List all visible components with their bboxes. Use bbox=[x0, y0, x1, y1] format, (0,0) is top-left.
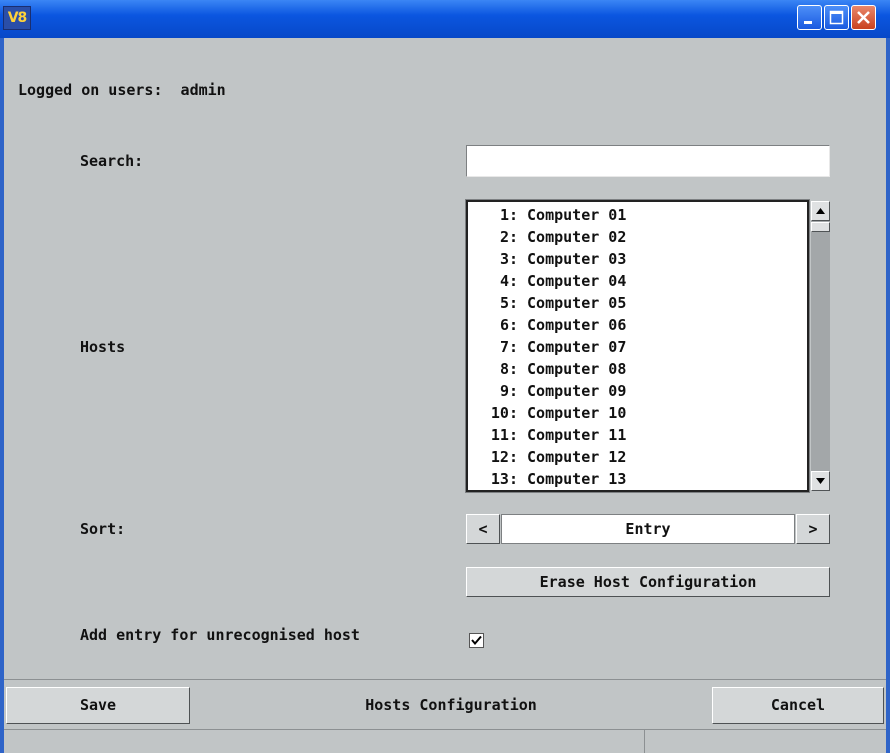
search-label: Search: bbox=[80, 152, 144, 170]
host-list-item[interactable]: 2: Computer 02 bbox=[468, 226, 626, 248]
host-name: Computer 02 bbox=[527, 228, 627, 246]
host-list-item[interactable]: 10: Computer 10 bbox=[468, 402, 626, 424]
host-list-item[interactable]: 1: Computer 01 bbox=[468, 204, 626, 226]
hosts-label: Hosts bbox=[80, 338, 126, 356]
search-input[interactable] bbox=[466, 145, 830, 177]
host-list-item[interactable]: 12: Computer 12 bbox=[468, 446, 626, 468]
host-number: 2: bbox=[499, 228, 518, 246]
host-number: 6: bbox=[499, 316, 518, 334]
maximize-icon bbox=[829, 10, 844, 25]
footer-divider bbox=[4, 679, 886, 680]
host-name: Computer 05 bbox=[527, 294, 627, 312]
host-name: Computer 09 bbox=[527, 382, 627, 400]
sort-prev-button[interactable]: < bbox=[466, 514, 500, 544]
host-list-item[interactable]: 9: Computer 09 bbox=[468, 380, 626, 402]
hosts-list[interactable]: 1: Computer 01 2: Computer 02 3: Computer … bbox=[465, 199, 810, 493]
host-number: 10: bbox=[490, 404, 518, 422]
host-list-item[interactable]: 4: Computer 04 bbox=[468, 270, 626, 292]
close-button[interactable] bbox=[851, 5, 876, 30]
host-name: Computer 11 bbox=[527, 426, 627, 444]
host-name: Computer 07 bbox=[527, 338, 627, 356]
host-number: 7: bbox=[499, 338, 518, 356]
add-entry-checkbox[interactable] bbox=[469, 633, 484, 648]
host-number: 3: bbox=[499, 250, 518, 268]
host-number: 4: bbox=[499, 272, 518, 290]
save-button[interactable]: Save bbox=[6, 687, 190, 724]
minimize-button[interactable] bbox=[797, 5, 822, 30]
host-name: Computer 08 bbox=[527, 360, 627, 378]
maximize-button[interactable] bbox=[824, 5, 849, 30]
erase-host-configuration-button[interactable]: Erase Host Configuration bbox=[466, 567, 830, 597]
title-bar: V8 bbox=[0, 0, 890, 38]
host-list-item[interactable]: 11: Computer 11 bbox=[468, 424, 626, 446]
host-list-item[interactable]: 7: Computer 07 bbox=[468, 336, 626, 358]
host-list-item[interactable]: 6: Computer 06 bbox=[468, 314, 626, 336]
checkmark-icon bbox=[471, 635, 482, 646]
host-list-item[interactable]: 3: Computer 03 bbox=[468, 248, 626, 270]
minimize-icon bbox=[804, 21, 812, 24]
scroll-thumb[interactable] bbox=[811, 222, 830, 232]
sort-next-button[interactable]: > bbox=[796, 514, 830, 544]
logged-on-users: Logged on users: admin bbox=[18, 81, 226, 99]
host-name: Computer 03 bbox=[527, 250, 627, 268]
add-entry-label: Add entry for unrecognised host bbox=[80, 626, 360, 644]
app-logo: V8 bbox=[3, 6, 31, 30]
sort-label: Sort: bbox=[80, 520, 126, 538]
sort-value: Entry bbox=[501, 514, 795, 544]
host-list-item[interactable]: 5: Computer 05 bbox=[468, 292, 626, 314]
host-number: 5: bbox=[499, 294, 518, 312]
host-number: 1: bbox=[499, 206, 518, 224]
scroll-up-button[interactable] bbox=[811, 201, 830, 221]
host-number: 13: bbox=[490, 470, 518, 488]
host-name: Computer 10 bbox=[527, 404, 627, 422]
close-icon bbox=[857, 11, 870, 24]
host-name: Computer 04 bbox=[527, 272, 627, 290]
status-divider bbox=[644, 730, 645, 753]
arrow-down-icon bbox=[816, 478, 825, 484]
host-name: Computer 12 bbox=[527, 448, 627, 466]
host-number: 8: bbox=[499, 360, 518, 378]
hosts-scrollbar[interactable] bbox=[811, 201, 830, 491]
host-list-item[interactable]: 13: Computer 13 bbox=[468, 468, 626, 490]
host-number: 11: bbox=[490, 426, 518, 444]
host-name: Computer 06 bbox=[527, 316, 627, 334]
host-name: Computer 01 bbox=[527, 206, 627, 224]
dialog-title: Hosts Configuration bbox=[365, 696, 537, 714]
host-number: 12: bbox=[490, 448, 518, 466]
status-bar bbox=[4, 729, 886, 753]
arrow-up-icon bbox=[816, 208, 825, 214]
cancel-button[interactable]: Cancel bbox=[712, 687, 884, 724]
host-list-item[interactable]: 8: Computer 08 bbox=[468, 358, 626, 380]
host-number: 9: bbox=[499, 382, 518, 400]
scroll-down-button[interactable] bbox=[811, 471, 830, 491]
host-name: Computer 13 bbox=[527, 470, 627, 488]
dialog-body: Logged on users: admin Search: Hosts 1: … bbox=[4, 38, 886, 753]
